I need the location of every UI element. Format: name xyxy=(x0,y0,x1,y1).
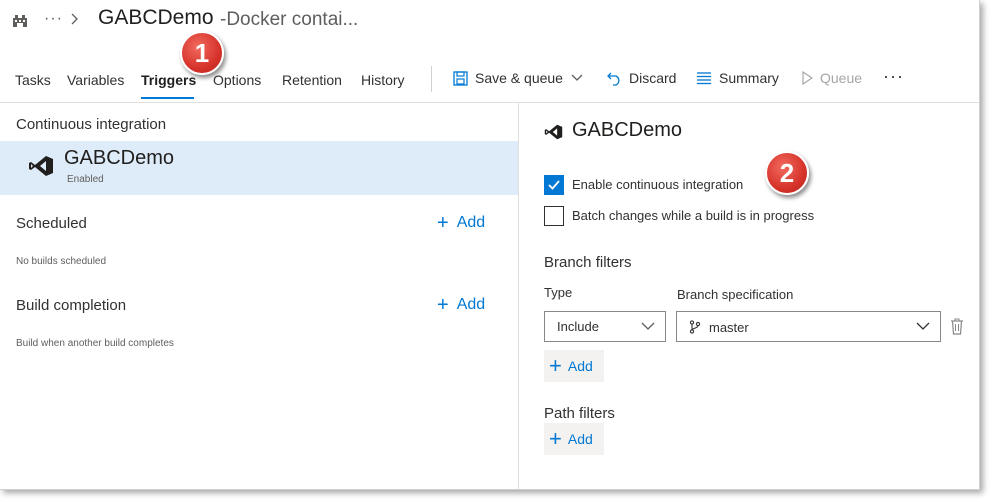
visual-studio-icon xyxy=(544,124,563,140)
queue-button[interactable]: Queue xyxy=(801,70,862,86)
branch-filters-heading: Branch filters xyxy=(544,254,632,271)
filter-type-dropdown[interactable]: Include xyxy=(544,311,666,342)
undo-icon xyxy=(607,72,620,86)
enable-ci-label[interactable]: Enable continuous integration xyxy=(572,177,743,192)
page-header: ··· GABCDemo -Docker contai... xyxy=(0,0,979,44)
add-path-filter-button[interactable]: + Add xyxy=(544,423,604,455)
ci-item-name: GABCDemo xyxy=(64,147,175,169)
header-divider xyxy=(0,102,979,103)
build-completion-heading: Build completion xyxy=(16,297,127,314)
chevron-right-icon xyxy=(71,13,78,25)
plus-icon: + xyxy=(437,294,449,316)
chevron-down-icon xyxy=(916,322,930,330)
more-actions-button[interactable]: ··· xyxy=(883,66,904,87)
plus-icon: + xyxy=(437,212,449,234)
chevron-down-icon xyxy=(641,322,655,330)
checkmark-icon xyxy=(548,180,560,190)
add-path-filter-label: Add xyxy=(567,431,593,447)
branch-spec-value: master xyxy=(709,320,749,335)
summary-label: Summary xyxy=(719,70,779,86)
add-build-completion-button[interactable]: + Add xyxy=(437,294,486,316)
pipeline-logo-icon[interactable] xyxy=(12,12,28,28)
toolbar-divider xyxy=(431,66,432,92)
tab-variables[interactable]: Variables xyxy=(67,72,124,88)
scheduled-heading: Scheduled xyxy=(16,215,87,232)
trash-icon[interactable] xyxy=(950,318,964,335)
type-label: Type xyxy=(544,285,573,300)
branch-spec-dropdown[interactable]: master xyxy=(676,311,941,342)
add-scheduled-button[interactable]: + Add xyxy=(437,212,486,234)
batch-changes-label[interactable]: Batch changes while a build is in progre… xyxy=(572,208,814,223)
add-branch-filter-button[interactable]: + Add xyxy=(544,350,604,382)
chevron-down-icon xyxy=(571,74,583,81)
pipeline-editor-window: ··· GABCDemo -Docker contai... Tasks Var… xyxy=(0,0,980,490)
tab-retention[interactable]: Retention xyxy=(282,72,342,88)
discard-label: Discard xyxy=(629,70,677,86)
add-scheduled-label: Add xyxy=(456,214,486,231)
pipeline-name[interactable]: GABCDemo xyxy=(98,6,214,30)
path-filters-heading: Path filters xyxy=(544,405,615,422)
save-and-queue-button[interactable]: Save & queue xyxy=(453,70,583,86)
scheduled-note: No builds scheduled xyxy=(16,256,107,267)
ci-heading: Continuous integration xyxy=(16,116,167,133)
git-branch-icon xyxy=(689,320,701,334)
plus-icon: + xyxy=(549,353,562,378)
branch-spec-label: Branch specification xyxy=(677,287,794,302)
play-icon xyxy=(802,71,813,85)
floppy-disk-icon xyxy=(453,70,468,86)
filter-type-value: Include xyxy=(557,319,599,334)
callout-1: 1 xyxy=(180,31,224,75)
add-build-completion-label: Add xyxy=(456,296,486,313)
ci-item-status: Enabled xyxy=(67,174,104,185)
discard-button[interactable]: Discard xyxy=(607,70,676,86)
tab-history[interactable]: History xyxy=(361,72,405,88)
pane-divider xyxy=(518,103,519,489)
tab-options[interactable]: Options xyxy=(213,72,261,88)
add-branch-filter-label: Add xyxy=(567,358,593,374)
summary-button[interactable]: Summary xyxy=(696,70,779,86)
callout-2: 2 xyxy=(765,151,809,195)
tab-tasks[interactable]: Tasks xyxy=(15,72,51,88)
tab-triggers[interactable]: Triggers xyxy=(141,72,196,88)
visual-studio-icon xyxy=(29,156,53,176)
pipeline-subtitle: -Docker contai... xyxy=(220,9,359,30)
active-tab-indicator xyxy=(141,97,194,99)
queue-label: Queue xyxy=(820,70,863,86)
enable-ci-checkbox[interactable] xyxy=(544,175,564,195)
plus-icon: + xyxy=(549,426,562,451)
ci-trigger-item[interactable]: GABCDemo Enabled xyxy=(0,141,518,195)
build-completion-note: Build when another build completes xyxy=(16,338,174,349)
list-icon xyxy=(697,72,711,85)
save-and-queue-label: Save & queue xyxy=(475,70,563,86)
batch-changes-checkbox[interactable] xyxy=(544,206,564,226)
breadcrumb-more-button[interactable]: ··· xyxy=(44,10,63,28)
trigger-detail-title: GABCDemo xyxy=(572,119,683,141)
